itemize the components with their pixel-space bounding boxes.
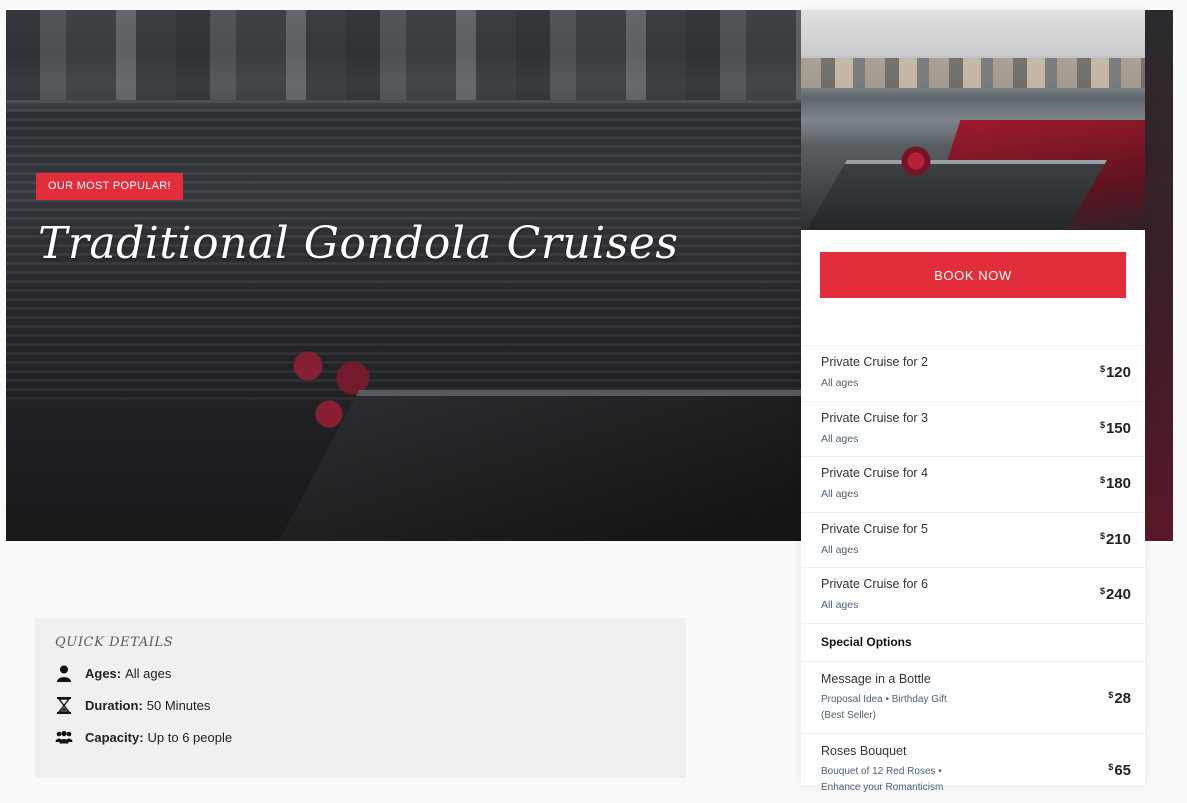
cruise-name: Private Cruise for 2 (821, 355, 928, 369)
option-price: $28 (1108, 689, 1131, 707)
book-now-button[interactable]: BOOK NOW (820, 252, 1126, 298)
price-list: Private Cruise for 2 All ages $120 Priva… (801, 345, 1145, 803)
cruise-price: $150 (1099, 419, 1131, 437)
photo-houses (801, 58, 1145, 88)
option-name: Roses Bouquet (821, 743, 907, 758)
page-title: Traditional Gondola Cruises (38, 218, 679, 269)
cruise-name: Private Cruise for 3 (821, 410, 928, 425)
option-name: Message in a Bottle (821, 671, 931, 686)
detail-label: Capacity: (85, 729, 144, 745)
price-row[interactable]: Private Cruise for 5 All ages $210 (801, 511, 1145, 568)
cruise-price: $240 (1099, 586, 1131, 603)
detail-ages: Ages: All ages (55, 664, 666, 682)
cruise-ages: All ages (821, 599, 859, 611)
cruise-name: Private Cruise for 6 (821, 577, 928, 591)
detail-value: All ages (125, 665, 172, 681)
cruise-name: Private Cruise for 5 (821, 521, 928, 536)
price-row[interactable]: Private Cruise for 6 All ages $240 (801, 567, 1145, 623)
price-row[interactable]: Private Cruise for 3 All ages $150 (801, 400, 1145, 457)
quick-details-title: QUICK DETAILS (55, 635, 174, 650)
option-price: $65 (1108, 761, 1131, 779)
booking-card: BOOK NOW Private Cruise for 2 All ages $… (801, 10, 1145, 793)
cruise-price: $120 (1099, 364, 1131, 381)
detail-value: 50 Minutes (146, 697, 211, 713)
popular-badge: OUR MOST POPULAR! (36, 173, 183, 200)
option-row[interactable]: Message in a Bottle Proposal Idea • Birt… (801, 660, 1145, 733)
detail-value: Up to 6 people (147, 729, 233, 745)
detail-duration: Duration: 50 Minutes (55, 696, 666, 714)
cruise-ages: All ages (821, 377, 859, 389)
hourglass-icon (55, 696, 73, 714)
option-description: Bouquet of 12 Red Roses • Enhance your R… (821, 765, 944, 793)
detail-label: Ages: (85, 665, 122, 681)
cruise-ages: All ages (821, 488, 859, 500)
group-icon (55, 728, 73, 746)
person-icon (55, 664, 73, 682)
detail-label: Duration: (85, 697, 143, 713)
cruise-ages: All ages (821, 543, 859, 556)
gondola-photo (801, 10, 1145, 230)
price-row[interactable]: Private Cruise for 2 All ages $120 (801, 345, 1145, 401)
photo-deck (801, 160, 1107, 230)
price-row[interactable]: Private Cruise for 4 All ages $180 (801, 456, 1145, 512)
option-row[interactable]: Roses Bouquet Bouquet of 12 Red Roses • … (801, 732, 1145, 803)
cruise-price: $210 (1099, 530, 1131, 548)
option-description: Proposal Idea • Birthday Gift (Best Sell… (821, 693, 947, 721)
hero-gondola-seat (1145, 10, 1173, 541)
photo-rose (901, 146, 931, 176)
quick-details-panel: QUICK DETAILS Ages: All ages Duration: 5… (35, 618, 686, 778)
special-options-heading: Special Options (801, 622, 1145, 661)
cruise-ages: All ages (821, 432, 859, 445)
detail-capacity: Capacity: Up to 6 people (55, 728, 666, 746)
cruise-price: $180 (1099, 475, 1131, 492)
cruise-name: Private Cruise for 4 (821, 466, 928, 480)
